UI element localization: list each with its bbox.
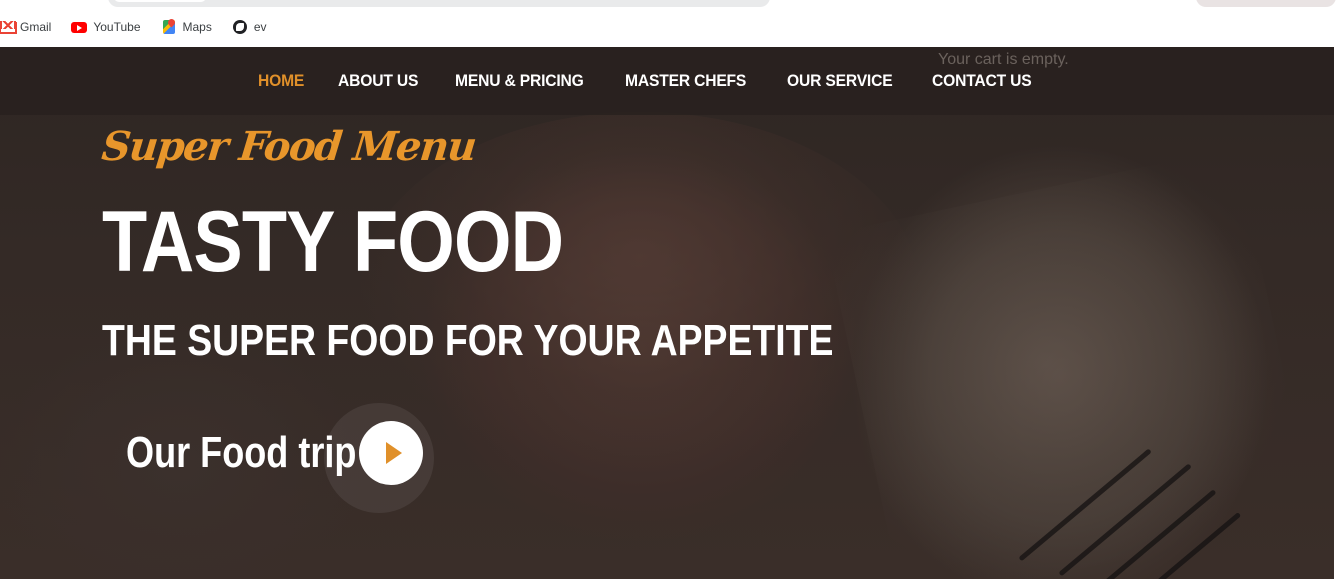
hero-section: HOME ABOUT US MENU & PRICING MASTER CHEF… bbox=[0, 47, 1334, 579]
site-header: HOME ABOUT US MENU & PRICING MASTER CHEF… bbox=[0, 47, 1334, 115]
maps-icon bbox=[161, 19, 177, 35]
profile-area[interactable] bbox=[1196, 0, 1336, 7]
video-label[interactable]: Our Food trip bbox=[126, 431, 356, 475]
bookmark-maps[interactable]: Maps bbox=[161, 17, 212, 37]
main-nav: HOME ABOUT US MENU & PRICING MASTER CHEF… bbox=[258, 71, 1070, 91]
globe-icon bbox=[232, 19, 248, 35]
bookmark-gmail[interactable]: Gmail bbox=[0, 17, 51, 37]
gmail-icon bbox=[0, 19, 17, 35]
hero-subtitle: THE SUPER FOOD FOR YOUR APPETITE bbox=[102, 316, 834, 365]
nav-master-chefs[interactable]: MASTER CHEFS bbox=[625, 71, 746, 91]
play-icon bbox=[386, 442, 403, 464]
bookmark-label: ev bbox=[253, 20, 267, 34]
bookmark-label: Gmail bbox=[20, 20, 52, 34]
bookmark-youtube[interactable]: YouTube bbox=[71, 17, 141, 37]
nav-home[interactable]: HOME bbox=[258, 71, 304, 91]
nav-about-us[interactable]: ABOUT US bbox=[338, 71, 418, 91]
bookmarks-bar: Gmail YouTube Maps ev bbox=[0, 17, 287, 37]
play-button[interactable] bbox=[359, 421, 424, 485]
cart-status[interactable]: Your cart is empty. bbox=[938, 51, 1069, 69]
nav-menu-pricing[interactable]: MENU & PRICING bbox=[455, 71, 584, 91]
nav-our-service[interactable]: OUR SERVICE bbox=[787, 71, 893, 91]
youtube-icon bbox=[71, 19, 88, 35]
bookmark-ev[interactable]: ev bbox=[232, 17, 267, 37]
video-cta[interactable]: Our Food trip bbox=[126, 403, 434, 513]
nav-contact-us[interactable]: CONTACT US bbox=[932, 71, 1032, 91]
browser-chrome: Gmail YouTube Maps ev bbox=[0, 0, 1336, 47]
hero-title: TASTY FOOD bbox=[102, 194, 564, 290]
hero-script-title: Super Food Menu bbox=[99, 123, 478, 170]
bookmark-label: YouTube bbox=[93, 20, 141, 34]
bookmark-label: Maps bbox=[182, 20, 212, 34]
address-bar[interactable] bbox=[108, 0, 770, 7]
